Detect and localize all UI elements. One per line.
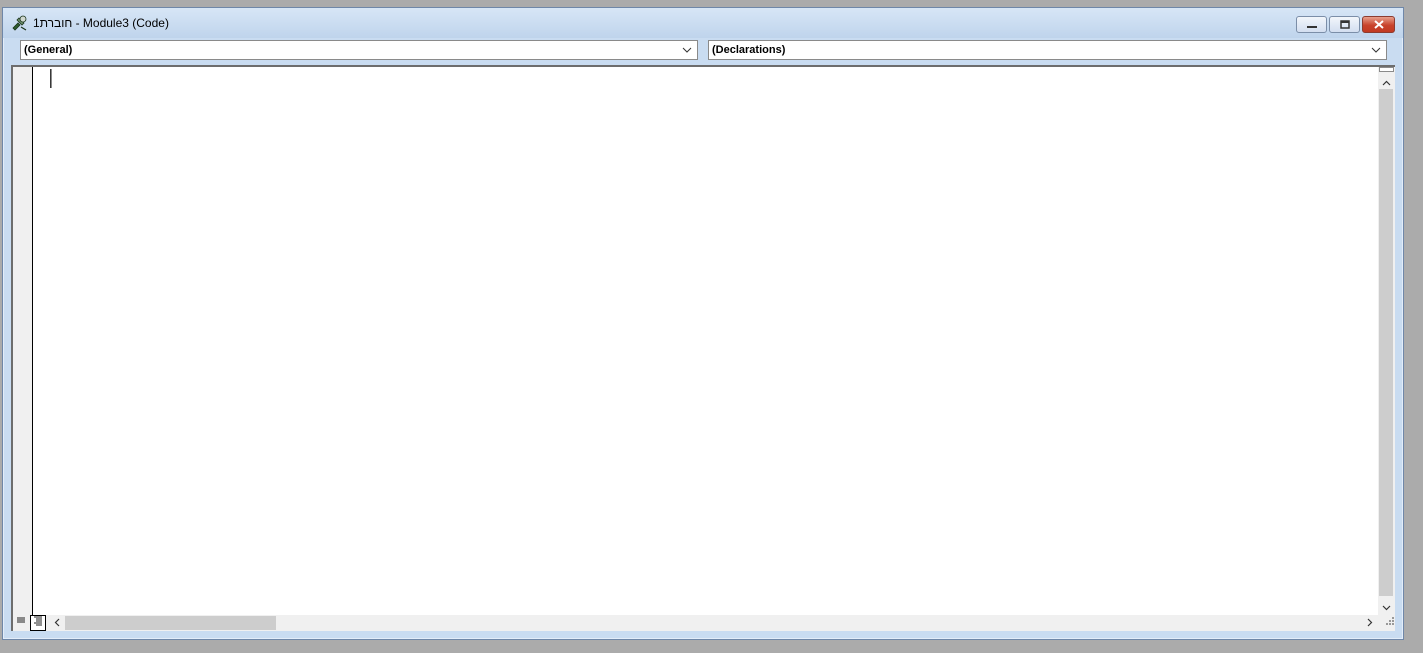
window-title: חוברת1 - Module3 (Code) [33,16,169,30]
chevron-left-icon [54,614,60,632]
full-module-view-button[interactable] [30,615,46,631]
restore-button[interactable] [1329,16,1360,33]
chevron-down-icon[interactable] [1370,44,1382,56]
chevron-down-icon[interactable] [681,44,693,56]
editor-bottom-bar [13,615,1395,631]
chevron-right-icon [1367,614,1373,632]
resize-grip[interactable] [1378,615,1395,631]
minimize-icon [1306,16,1317,34]
horizontal-scroll-thumb[interactable] [65,616,276,630]
code-window: חוברת1 - Module3 (Code) (General) (Decla… [2,7,1404,640]
scroll-left-button[interactable] [48,615,65,631]
minimize-button[interactable] [1296,16,1327,33]
caption-buttons [1296,16,1395,33]
chevron-up-icon [1382,73,1391,91]
split-bar[interactable] [1379,67,1394,72]
code-editor-frame: │ [11,65,1395,631]
scroll-right-button[interactable] [1361,615,1378,631]
procedure-view-button[interactable] [13,615,29,631]
resize-grip-icon [1385,613,1395,631]
scroll-up-button[interactable] [1378,73,1395,90]
vba-module-icon [11,14,29,32]
vertical-scroll-thumb[interactable] [1379,89,1393,596]
procedure-dropdown[interactable]: (Declarations) [708,40,1387,60]
full-module-view-icon [32,614,44,632]
margin-indicator-bar[interactable] [13,67,33,615]
procedure-dropdown-value: (Declarations) [712,44,786,56]
close-button[interactable] [1362,16,1395,33]
title-bar[interactable]: חוברת1 - Module3 (Code) [3,8,1403,38]
procedure-view-icon [15,614,27,632]
code-editor[interactable]: │ [34,67,1380,615]
vertical-scrollbar[interactable] [1378,67,1395,615]
object-dropdown-value: (General) [24,44,73,56]
horizontal-scrollbar[interactable] [48,615,1378,631]
maximize-icon [1339,16,1350,34]
object-dropdown[interactable]: (General) [20,40,698,60]
close-icon [1373,16,1384,34]
text-cursor: │ [46,69,56,88]
